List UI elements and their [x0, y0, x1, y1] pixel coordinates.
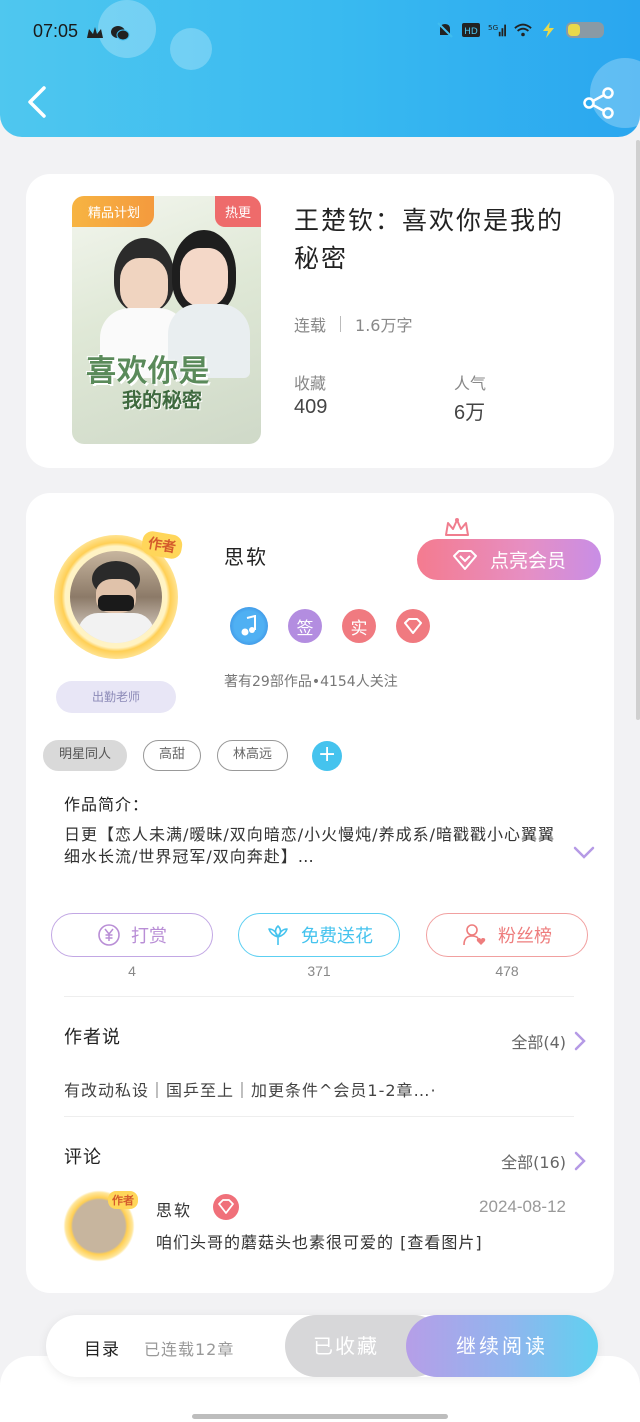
chapter-status[interactable]: 已连载12章 [144, 1336, 234, 1360]
comment-avatar[interactable]: 作者 [62, 1189, 138, 1263]
author-avatar[interactable]: 作者 [54, 529, 184, 659]
duty-teacher-tag: 出勤老师 [56, 681, 176, 713]
yuan-icon [98, 924, 120, 946]
wechat-icon [111, 26, 130, 41]
chevron-right-icon [574, 1151, 586, 1171]
crown-icon [445, 518, 469, 536]
intro-title: 作品简介： [64, 795, 150, 814]
fans-rank-button[interactable]: 粉丝榜 [426, 913, 588, 957]
tag-item[interactable]: 明星同人 [43, 740, 128, 771]
music-medal-icon[interactable] [230, 607, 268, 645]
cover-subtitle: 我的秘密 [122, 388, 202, 412]
divider [64, 996, 574, 997]
author-says-more[interactable]: 全部(4) [511, 1029, 586, 1053]
vip-button-label: 点亮会员 [489, 550, 566, 572]
add-tag-button[interactable]: + [312, 740, 343, 771]
comments-more[interactable]: 全部(16) [501, 1149, 586, 1173]
meta-divider [340, 316, 342, 332]
diamond-icon [452, 549, 477, 570]
divider [64, 1116, 574, 1117]
premium-plan-tag: 精品计划 [72, 196, 155, 227]
cover-person2-face [180, 248, 228, 306]
status-icons: HD 5G [436, 22, 604, 38]
intro-text: 日更【恋人未满/暧昧/双向暗恋/小火慢炖/养成系/暗戳戳小心翼翼细水长流/世界冠… [64, 825, 555, 866]
header: 07:05 HD 5G [0, 0, 640, 137]
chevron-right-icon [574, 1031, 586, 1051]
book-cover[interactable]: 精品计划 热更 喜欢你是 我的秘密 [72, 196, 261, 444]
tag-item[interactable]: 高甜 [143, 740, 202, 771]
signal-5g-icon: 5G [488, 23, 506, 37]
book-status: 连载 [294, 316, 327, 335]
reward-label: 打赏 [131, 926, 167, 947]
back-icon[interactable] [22, 84, 52, 120]
home-indicator[interactable] [192, 1414, 448, 1419]
author-says-title: 作者说 [64, 1027, 121, 1048]
author-says-text[interactable]: 有改动私设｜国乒至上｜加更条件^会员1-2章…· [64, 1077, 437, 1101]
comment-vip-badge-icon [213, 1194, 239, 1220]
cover-person-face [120, 258, 168, 312]
vip-diamond-badge[interactable] [396, 609, 430, 643]
send-flower-button[interactable]: 免费送花 [238, 913, 400, 957]
comment-role-badge: 作者 [108, 1191, 138, 1209]
book-title: 王楚钦：喜欢你是我的秘密 [294, 206, 565, 273]
battery-icon [566, 22, 604, 38]
book-info-card: 精品计划 热更 喜欢你是 我的秘密 王楚钦：喜欢你是我的秘密 连载 1.6万字 … [26, 174, 614, 468]
reward-count: 4 [128, 963, 136, 979]
scrollbar[interactable] [636, 140, 640, 720]
crown-status-icon [87, 27, 103, 38]
comment-author-name[interactable]: 思软 [156, 1197, 192, 1221]
word-count: 1.6万字 [355, 316, 413, 335]
tag-item[interactable]: 林高远 [217, 740, 289, 771]
send-flower-label: 免费送花 [301, 926, 373, 947]
flower-icon [268, 925, 288, 945]
svg-text:5G: 5G [488, 23, 498, 32]
hd-icon: HD [462, 23, 480, 37]
author-role-badge: 作者 [140, 529, 184, 561]
activate-vip-button[interactable]: 点亮会员 [417, 539, 601, 580]
author-badges: 签 实 [230, 607, 430, 645]
status-time: 07:05 [33, 21, 79, 41]
fan-person-icon [463, 924, 486, 946]
status-bar: 07:05 HD 5G [0, 18, 640, 48]
favorites-label: 收藏 [294, 374, 327, 393]
mute-icon [437, 22, 453, 38]
favorites-value: 409 [294, 396, 328, 418]
svg-text:HD: HD [464, 27, 478, 37]
comments-more-label: 全部(16) [501, 1153, 566, 1172]
expand-chevron-icon[interactable] [572, 845, 596, 861]
avatar-photo [70, 551, 162, 643]
verified-badge[interactable]: 实 [342, 609, 376, 643]
comment-text[interactable]: 咱们头哥的蘑菇头也素很可爱的 [查看图片] [156, 1229, 483, 1253]
continue-reading-button[interactable]: 继续阅读 [406, 1315, 598, 1377]
author-detail-card: 作者 出勤老师 思软 点亮会员 签 实 著有29部作品•4154人关注 明星同人… [26, 493, 614, 1293]
author-name[interactable]: 思软 [224, 541, 268, 570]
reward-button[interactable]: 打赏 [51, 913, 213, 957]
tag-list: 明星同人 高甜 林高远 + [43, 740, 343, 771]
share-icon[interactable] [582, 86, 616, 120]
table-of-contents-button[interactable]: 目录 [84, 1335, 120, 1360]
comment-date: 2024-08-12 [479, 1197, 566, 1216]
bottom-action-bar: 目录 已连载12章 已收藏 继续阅读 [46, 1315, 598, 1377]
author-stats: 著有29部作品•4154人关注 [224, 674, 398, 690]
book-meta: 连载 1.6万字 [294, 312, 412, 336]
flower-count: 371 [307, 963, 331, 979]
signed-badge[interactable]: 签 [288, 609, 322, 643]
comments-title: 评论 [64, 1147, 102, 1168]
charging-icon [543, 22, 554, 38]
fans-rank-label: 粉丝榜 [498, 926, 552, 947]
popularity-label: 人气 [454, 374, 487, 393]
author-says-more-label: 全部(4) [511, 1033, 566, 1052]
wifi-icon [514, 23, 532, 37]
popularity-value: 6万 [454, 402, 486, 424]
hot-update-tag: 热更 [214, 196, 261, 227]
fans-count: 478 [495, 963, 519, 979]
